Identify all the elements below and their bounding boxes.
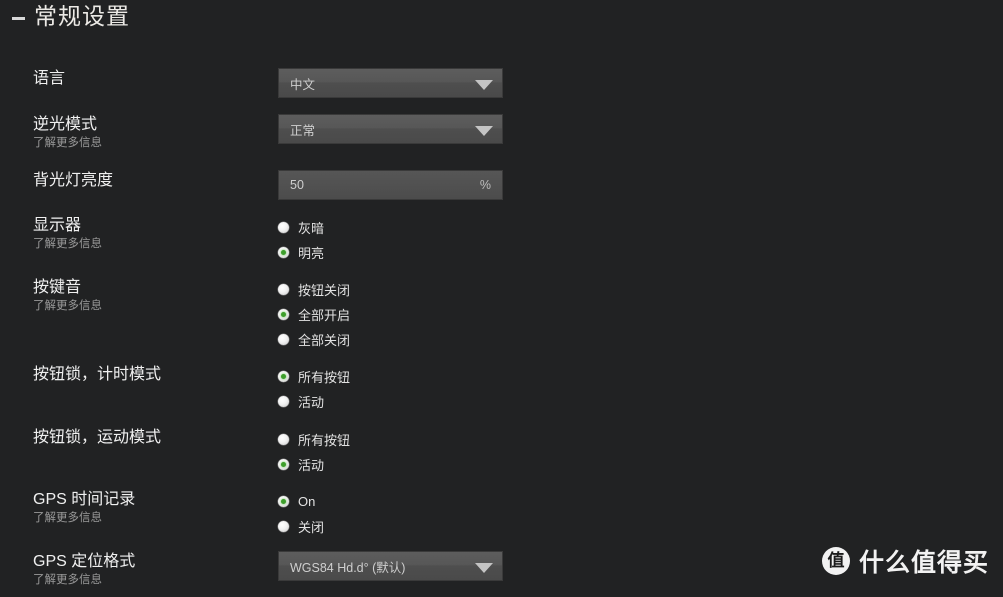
row-label-group: 显示器 了解更多信息 — [33, 215, 268, 252]
radio-selected-icon[interactable] — [278, 459, 289, 470]
row-label-group: GPS 时间记录了解更多信息 — [33, 489, 268, 526]
row-control: 正常 — [278, 114, 503, 144]
learn-more-link[interactable]: 了解更多信息 — [33, 136, 268, 151]
radio-group-display: 灰暗 明亮 — [278, 215, 324, 265]
row-control: WGS84 Hd.d° (默认) — [278, 551, 503, 581]
row-label-group: 按键音 了解更多信息 — [33, 277, 268, 314]
section-header[interactable]: 常规设置 — [12, 2, 130, 32]
learn-more-link[interactable]: 了解更多信息 — [33, 237, 268, 252]
radio-selected-icon[interactable] — [278, 309, 289, 320]
setting-label-backlight-brightness: 背光灯亮度 — [33, 172, 114, 189]
radio-option-label: 活动 — [298, 458, 325, 473]
dropdown-gps-coordinate-format[interactable]: WGS84 Hd.d° (默认) — [278, 551, 503, 581]
setting-label-backlight-mode: 逆光模式 — [33, 116, 98, 133]
radio-option[interactable]: 明亮 — [278, 240, 324, 265]
row-control: 所有按钮 活动 — [278, 364, 350, 414]
radio-option-label: On — [298, 494, 316, 509]
dropdown-backlight-mode[interactable]: 正常 — [278, 114, 503, 144]
row-label-group: 逆光模式了解更多信息 — [33, 114, 268, 151]
radio-option[interactable]: 全部开启 — [278, 302, 350, 327]
radio-unselected-icon[interactable] — [278, 396, 289, 407]
watermark-text: 什么值得买 — [858, 549, 989, 577]
number-input-unit: % — [479, 178, 491, 192]
radio-option-label: 灰暗 — [298, 221, 325, 236]
row-label-group: 按钮锁，计时模式 — [33, 364, 268, 385]
setting-label-language: 语言 — [33, 70, 66, 87]
number-input-value: 50 — [290, 178, 304, 192]
radio-option[interactable]: 活动 — [278, 452, 350, 477]
row-label-group: 按钮锁，运动模式 — [33, 427, 268, 448]
setting-label-button-lock-timing: 按钮锁，计时模式 — [33, 366, 162, 383]
radio-option[interactable]: 全部关闭 — [278, 327, 350, 352]
radio-option-label: 关闭 — [298, 520, 325, 535]
number-input-backlight-brightness[interactable]: 50% — [278, 170, 503, 200]
radio-option[interactable]: 按钮关闭 — [278, 277, 350, 302]
watermark: 值 什么值得买 — [821, 543, 989, 579]
dropdown-value: WGS84 Hd.d° (默认) — [290, 560, 406, 575]
setting-label-key-tone: 按键音 — [33, 279, 82, 296]
radio-option[interactable]: 灰暗 — [278, 215, 324, 240]
radio-unselected-icon[interactable] — [278, 334, 289, 345]
radio-unselected-icon[interactable] — [278, 521, 289, 532]
learn-more-link[interactable]: 了解更多信息 — [33, 299, 268, 314]
radio-option-label: 全部开启 — [298, 308, 351, 323]
row-label-group: 背光灯亮度 — [33, 170, 268, 191]
dropdown-value: 正常 — [290, 123, 316, 138]
radio-unselected-icon[interactable] — [278, 284, 289, 295]
radio-option[interactable]: 关闭 — [278, 514, 324, 539]
row-control: On 关闭 — [278, 489, 324, 539]
chevron-down-icon[interactable] — [475, 563, 493, 573]
radio-unselected-icon[interactable] — [278, 434, 289, 445]
radio-option[interactable]: On — [278, 489, 324, 514]
row-control: 灰暗 明亮 — [278, 215, 324, 265]
row-control: 50% — [278, 170, 503, 200]
radio-option[interactable]: 所有按钮 — [278, 364, 350, 389]
radio-group-button-lock-sport: 所有按钮 活动 — [278, 427, 350, 477]
radio-selected-icon[interactable] — [278, 371, 289, 382]
radio-option-label: 所有按钮 — [298, 433, 351, 448]
setting-label-gps-coordinate-format: GPS 定位格式 — [33, 553, 136, 570]
row-control: 中文 — [278, 68, 503, 98]
radio-selected-icon[interactable] — [278, 247, 289, 258]
radio-group-key-tone: 按钮关闭全部开启全部关闭 — [278, 277, 350, 352]
radio-group-button-lock-timing: 所有按钮 活动 — [278, 364, 350, 414]
radio-option-label: 明亮 — [298, 246, 325, 261]
radio-option[interactable]: 活动 — [278, 389, 350, 414]
radio-option[interactable]: 所有按钮 — [278, 427, 350, 452]
dropdown-value: 中文 — [290, 77, 316, 92]
radio-selected-icon[interactable] — [278, 496, 289, 507]
page-title: 常规设置 — [34, 4, 130, 29]
radio-option-label: 所有按钮 — [298, 370, 351, 385]
row-control: 按钮关闭全部开启全部关闭 — [278, 277, 350, 352]
setting-label-button-lock-sport: 按钮锁，运动模式 — [33, 429, 162, 446]
radio-option-label: 活动 — [298, 395, 325, 410]
learn-more-link[interactable]: 了解更多信息 — [33, 573, 268, 588]
setting-label-display: 显示器 — [33, 217, 82, 234]
radio-group-gps-time-record: On 关闭 — [278, 489, 324, 539]
dropdown-language[interactable]: 中文 — [278, 68, 503, 98]
radio-option-label: 全部关闭 — [298, 333, 351, 348]
row-label-group: 语言 — [33, 68, 268, 89]
row-control: 所有按钮 活动 — [278, 427, 350, 477]
watermark-logo-icon: 值 — [821, 547, 850, 575]
radio-unselected-icon[interactable] — [278, 222, 289, 233]
radio-option-label: 按钮关闭 — [298, 283, 351, 298]
minus-icon[interactable] — [12, 16, 25, 20]
learn-more-link[interactable]: 了解更多信息 — [33, 511, 268, 526]
chevron-down-icon[interactable] — [475, 126, 493, 136]
chevron-down-icon[interactable] — [475, 80, 493, 90]
row-label-group: GPS 定位格式了解更多信息 — [33, 551, 268, 588]
setting-label-gps-time-record: GPS 时间记录 — [33, 491, 136, 508]
